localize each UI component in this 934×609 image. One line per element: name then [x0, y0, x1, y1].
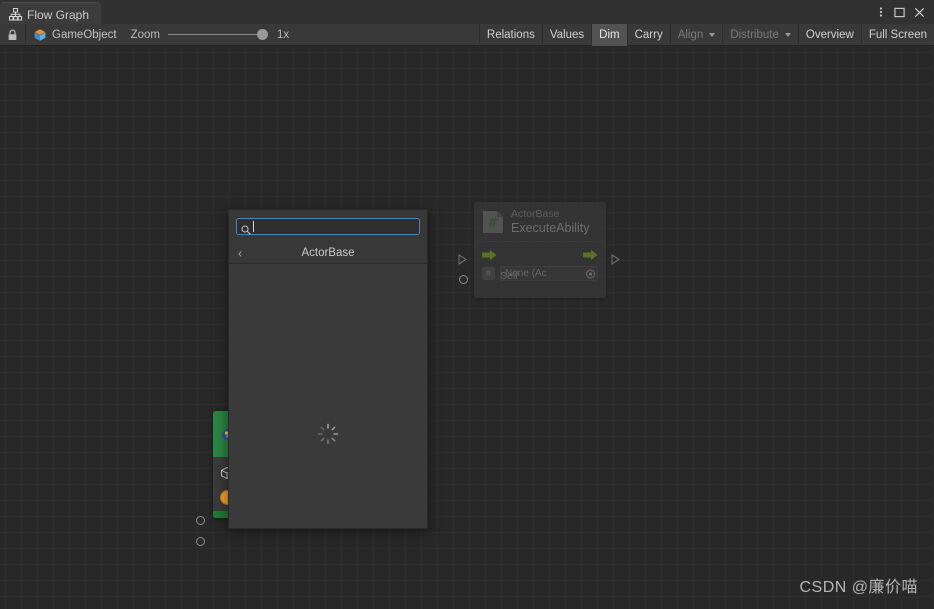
csharp-chip-icon: # [482, 267, 495, 281]
port-triangle-icon[interactable] [611, 252, 621, 270]
graph-node-actorbase-titles: ActorBase ExecuteAbility [511, 208, 590, 235]
toolbar-button-label: Overview [805, 29, 854, 41]
toolbar-button-label: Values [549, 29, 585, 41]
toolbar-button-carry[interactable]: Carry [626, 24, 670, 46]
port-triangle-icon[interactable] [458, 252, 468, 270]
zoom-slider-handle[interactable] [256, 29, 268, 40]
graph-canvas[interactable]: Self [0, 46, 934, 609]
search-icon [241, 222, 251, 235]
node-search-field-wrap [229, 210, 427, 242]
port-circle-icon[interactable] [459, 275, 468, 284]
csharp-script-icon: # [482, 210, 504, 234]
chevron-down-icon [709, 33, 716, 37]
kebab-menu-icon[interactable] [874, 2, 888, 22]
maximize-icon[interactable] [890, 2, 908, 22]
graph-node-actorbase-data-row[interactable]: # None (Ac Self [474, 264, 606, 288]
node-search-input[interactable] [258, 219, 415, 234]
graph-target-button[interactable]: GameObject [26, 24, 124, 45]
tab-flow-graph[interactable]: Flow Graph [0, 2, 102, 26]
tab-strip-empty [101, 0, 874, 24]
toolbar-button-dim[interactable]: Dim [591, 24, 627, 46]
toolbar-button-label: Distribute [730, 29, 779, 41]
graph-target-label: GameObject [52, 28, 117, 41]
graph-node-actorbase-object-field[interactable]: None (Ac [500, 266, 598, 282]
node-search-popup[interactable]: ‹ ActorBase [228, 209, 428, 529]
tab-strip: Flow Graph [0, 0, 934, 26]
toolbar-button-full-screen[interactable]: Full Screen [860, 24, 934, 46]
zoom-value-label: 1x [276, 28, 290, 41]
toolbar-button-align[interactable]: Align [669, 24, 723, 46]
zoom-label: Zoom [130, 28, 160, 41]
toolbar-button-overview[interactable]: Overview [797, 24, 861, 46]
close-icon[interactable] [910, 2, 928, 22]
svg-text:#: # [488, 216, 499, 231]
text-caret [253, 221, 254, 232]
graph-node-actorbase-title: ExecuteAbility [511, 220, 590, 235]
toolbar-button-values[interactable]: Values [541, 24, 591, 46]
flow-arrow-icon[interactable] [482, 248, 497, 260]
window-controls [874, 0, 934, 24]
zoom-slider-track [167, 34, 268, 35]
flow-arrow-icon[interactable] [583, 248, 598, 260]
toolbar-button-label: Align [677, 29, 704, 41]
port-circle-icon[interactable] [196, 516, 205, 525]
toolbar-button-label: Carry [634, 29, 663, 41]
watermark: CSDN @廉价喵 [799, 579, 918, 596]
toolbar-button-label: Dim [599, 29, 620, 41]
chevron-down-icon [784, 33, 791, 37]
gameobject-icon [33, 28, 47, 42]
chevron-left-icon[interactable]: ‹ [238, 246, 242, 259]
graph-toolbar: GameObject Zoom 1x Relations Values Dim … [0, 24, 934, 46]
graph-node-actorbase-flow-row [474, 242, 606, 264]
toolbar-button-distribute[interactable]: Distribute [722, 24, 798, 46]
toolbar-button-label: Relations [486, 29, 535, 41]
lock-toggle-button[interactable] [0, 24, 25, 45]
object-picker-icon[interactable] [586, 269, 595, 279]
graph-node-actorbase-subtitle: ActorBase [511, 208, 560, 220]
node-search-breadcrumb: ‹ ActorBase [229, 242, 427, 264]
graph-node-actorbase-object-value: None (Ac [505, 268, 547, 280]
zoom-control: Zoom 1x [124, 24, 297, 45]
tab-label: Flow Graph [27, 7, 90, 22]
toolbar-button-label: Full Screen [868, 29, 927, 41]
toolbar-button-relations[interactable]: Relations [478, 24, 542, 46]
node-search-breadcrumb-title: ActorBase [301, 246, 355, 259]
port-circle-icon[interactable] [196, 537, 205, 546]
loading-spinner-icon [317, 423, 339, 445]
node-search-field[interactable] [236, 218, 420, 235]
flow-graph-window: Flow Graph GameObject Zoom 1x Relations … [0, 0, 934, 609]
graph-node-actorbase[interactable]: # ActorBase ExecuteAbility # None (Ac Se… [474, 202, 606, 298]
flow-graph-icon [9, 8, 23, 21]
lock-icon [7, 29, 18, 41]
zoom-slider[interactable] [167, 28, 268, 42]
node-search-results[interactable] [229, 264, 427, 528]
graph-node-actorbase-header: # ActorBase ExecuteAbility [474, 202, 606, 242]
